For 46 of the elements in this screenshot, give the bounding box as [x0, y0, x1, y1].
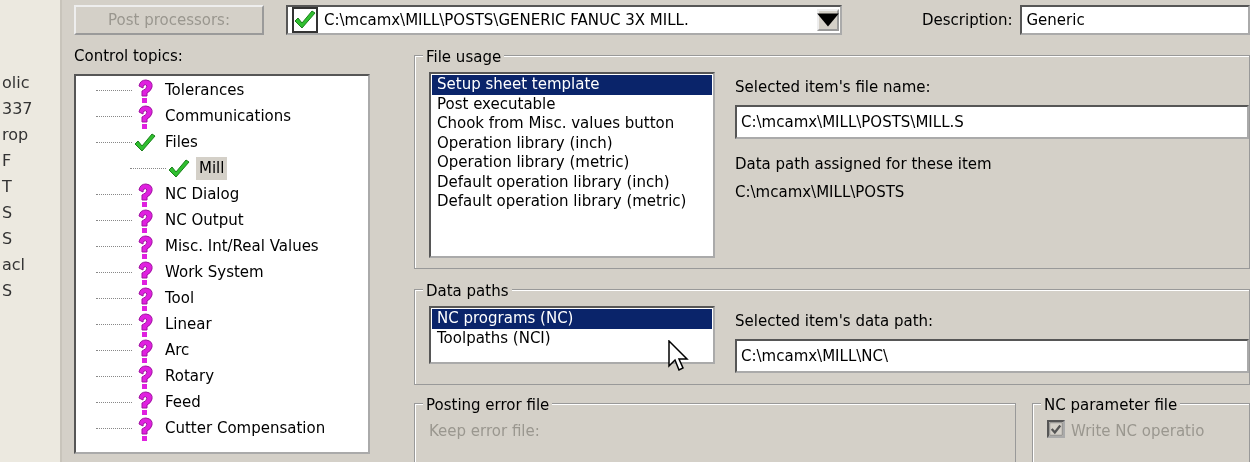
control-topics-label: Control topics:: [74, 46, 184, 67]
tree-item[interactable]: Files: [162, 131, 201, 154]
description-field[interactable]: Generic: [1020, 5, 1250, 35]
list-item[interactable]: Post executable: [432, 94, 712, 114]
tree-item[interactable]: Mill: [196, 157, 228, 180]
list-item[interactable]: Default operation library (inch): [432, 172, 712, 192]
panel-text: S: [1, 228, 14, 250]
tree-item[interactable]: Feed: [162, 391, 204, 414]
panel-text: T: [1, 176, 13, 198]
panel-text: F: [1, 150, 13, 172]
tree-item[interactable]: Cutter Compensation: [162, 417, 329, 440]
post-combo-box[interactable]: C:\mcamx\MILL\POSTS\GENERIC FANUC 3X MILL.: [286, 5, 842, 35]
field-label: Data path assigned for these item: [735, 153, 993, 175]
list-item[interactable]: Toolpaths (NCI): [432, 328, 712, 348]
panel-text: 337: [1, 98, 34, 120]
description-label: Description:: [922, 9, 1013, 31]
checkbox-label: Write NC operatio: [1071, 421, 1205, 442]
panel-text: olic: [1, 72, 31, 94]
panel-text: rop: [1, 124, 30, 146]
list-item[interactable]: Chook from Misc. values button: [432, 114, 712, 134]
tree-item[interactable]: Arc: [162, 339, 193, 362]
panel-text: S: [1, 202, 14, 224]
field-label: Selected item's file name:: [735, 77, 932, 98]
list-item[interactable]: Operation library (metric): [432, 153, 712, 173]
list-item[interactable]: Default operation library (metric): [432, 192, 712, 212]
tree-item[interactable]: Rotary: [162, 365, 218, 388]
list-item[interactable]: NC programs (NC): [432, 309, 712, 329]
panel-text: acl: [1, 254, 27, 276]
list-item[interactable]: Operation library (inch): [432, 133, 712, 153]
field-label: Selected item's data path:: [735, 311, 935, 332]
tree-item[interactable]: Communications: [162, 105, 295, 128]
tree-item[interactable]: Tolerances: [162, 79, 248, 102]
tree-item[interactable]: NC Dialog: [162, 183, 243, 206]
tree-item[interactable]: Misc. Int/Real Values: [162, 235, 322, 258]
tree-item[interactable]: Work System: [162, 261, 267, 284]
data-path-field[interactable]: C:\mcamx\MILL\NC\: [735, 338, 1249, 373]
tree-item[interactable]: NC Output: [162, 209, 247, 232]
dropdown-button[interactable]: [817, 9, 839, 31]
tree-item[interactable]: Tool: [162, 287, 198, 310]
list-item[interactable]: Setup sheet template: [432, 75, 712, 95]
tree-item[interactable]: Linear: [162, 313, 215, 336]
file-name-field[interactable]: C:\mcamx\MILL\POSTS\MILL.S: [735, 104, 1249, 139]
panel-text: S: [1, 280, 14, 302]
field-label: Keep error file:: [429, 421, 540, 442]
path-text: C:\mcamx\MILL\POSTS: [735, 182, 906, 203]
combo-value: C:\mcamx\MILL\POSTS\GENERIC FANUC 3X MILL.: [324, 9, 690, 31]
